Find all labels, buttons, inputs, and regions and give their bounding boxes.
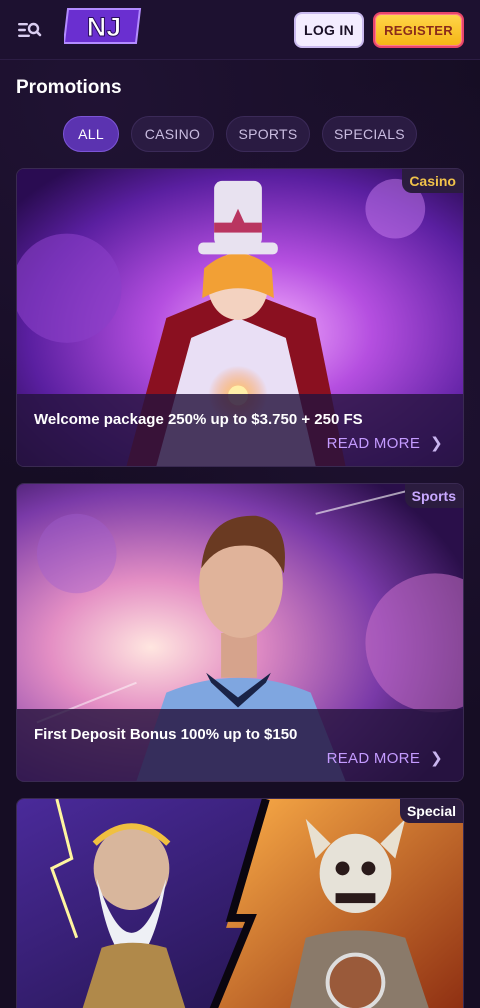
promo-info: First Deposit Bonus 100% up to $150 READ… xyxy=(17,709,463,781)
promo-title: Welcome package 250% up to $3.750 + 250 … xyxy=(34,411,363,428)
chevron-right-icon: ❯ xyxy=(430,435,443,452)
chevron-right-icon: ❯ xyxy=(430,750,443,767)
page-title: Promotions xyxy=(16,77,122,98)
logo-text: NJ xyxy=(87,12,122,42)
promo-card-casino[interactable]: Casino Welcome package 250% up to $3.750… xyxy=(16,168,464,467)
promo-info: Welcome package 250% up to $3.750 + 250 … xyxy=(17,394,463,466)
promo-card-special[interactable]: Special xyxy=(16,798,464,1008)
login-button[interactable]: LOG IN xyxy=(294,12,364,48)
category-badge: Special xyxy=(399,799,463,823)
category-badge: Casino xyxy=(402,169,463,193)
filter-tab-sports[interactable]: SPORTS xyxy=(226,116,310,152)
read-more-link[interactable]: READ MORE ❯ xyxy=(326,749,443,768)
top-header: NJ LOG IN REGISTER xyxy=(0,0,480,60)
nj-logo[interactable]: NJ xyxy=(62,7,144,45)
promo-title: First Deposit Bonus 100% up to $150 xyxy=(34,726,298,743)
promo-card-sports[interactable]: Sports First Deposit Bonus 100% up to $1… xyxy=(16,483,464,782)
filter-tab-all[interactable]: ALL xyxy=(63,116,119,152)
register-button[interactable]: REGISTER xyxy=(373,12,464,48)
filter-tab-specials[interactable]: SPECIALS xyxy=(322,116,417,152)
filter-tab-casino[interactable]: CASINO xyxy=(131,116,214,152)
menu-search-icon[interactable] xyxy=(14,15,44,45)
category-badge: Sports xyxy=(404,484,463,508)
read-more-link[interactable]: READ MORE ❯ xyxy=(326,434,443,453)
read-more-label: READ MORE xyxy=(326,434,421,452)
read-more-label: READ MORE xyxy=(326,749,421,767)
zeus-vs-skeleton-illustration xyxy=(17,799,463,1008)
